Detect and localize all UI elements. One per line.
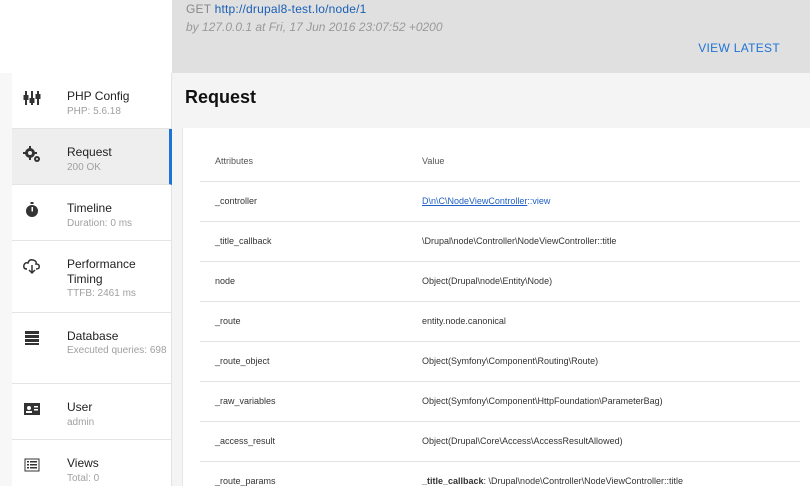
sidebar-item-title: Request — [67, 145, 112, 159]
attribute-key: _route_object — [215, 356, 270, 366]
sidebar-item-request[interactable]: Request 200 OK — [12, 129, 172, 185]
sidebar-item-sub: admin — [67, 417, 95, 428]
attribute-value: _title_callback: \Drupal\node\Controller… — [422, 476, 683, 486]
table-row: _controller D\n\C\NodeViewController::vi… — [200, 181, 800, 221]
sidebar-item-sub: Executed queries: 698 — [67, 345, 167, 356]
table-row: _raw_variables Object(Symfony\Component\… — [200, 381, 800, 421]
sidebar-nav: PHP Config PHP: 5.6.18 Request 200 OK Ti… — [12, 73, 172, 486]
column-header-attributes: Attributes — [215, 156, 254, 166]
table-row: _route_object Object(Symfony\Component\R… — [200, 341, 800, 381]
attribute-key: _controller — [215, 196, 258, 206]
sidebar-item-sub: Duration: 0 ms — [67, 218, 133, 229]
view-latest-button[interactable]: VIEW LATEST — [698, 41, 780, 55]
sidebar-item-title: Performance Timing — [67, 257, 136, 286]
cloud-download-icon — [23, 259, 40, 275]
user-card-icon — [24, 403, 40, 415]
controller-method: ::view — [527, 196, 551, 206]
attribute-value: Object(Drupal\node\Entity\Node) — [422, 276, 553, 286]
request-method: GET — [186, 2, 212, 16]
sidebar-item-timeline[interactable]: Timeline Duration: 0 ms — [12, 185, 172, 241]
php-config-icon — [23, 91, 41, 105]
request-line: GET http://drupal8-test.lo/node/1 — [186, 2, 367, 16]
route-param-name: _title_callback — [422, 476, 484, 486]
sidebar-item-php-config[interactable]: PHP Config PHP: 5.6.18 — [12, 73, 172, 129]
attribute-key: _route — [215, 316, 241, 326]
sidebar-item-user[interactable]: User admin — [12, 384, 172, 440]
attribute-key: _route_params — [215, 476, 276, 486]
attribute-key: node — [215, 276, 236, 286]
attribute-value: Object(Symfony\Component\HttpFoundation\… — [422, 396, 663, 406]
table-row: _title_callback \Drupal\node\Controller\… — [200, 221, 800, 261]
route-param-value: : \Drupal\node\Controller\NodeViewContro… — [483, 476, 683, 486]
attribute-value: D\n\C\NodeViewController::view — [422, 196, 550, 206]
attribute-value: Object(Symfony\Component\Routing\Route) — [422, 356, 599, 366]
sidebar-item-sub: PHP: 5.6.18 — [67, 106, 121, 117]
request-url-link[interactable]: http://drupal8-test.lo/node/1 — [215, 2, 367, 16]
attribute-key: _raw_variables — [215, 396, 276, 406]
attribute-value: \Drupal\node\Controller\NodeViewControll… — [422, 236, 617, 246]
sidebar-item-title: User — [67, 400, 93, 414]
sidebar: PHP Config PHP: 5.6.18 Request 200 OK Ti… — [0, 73, 172, 486]
attribute-value: Object(Drupal\Core\Access\AccessResultAl… — [422, 436, 623, 446]
sidebar-item-performance-timing[interactable]: Performance Timing TTFB: 2461 ms — [12, 241, 172, 313]
controller-link[interactable]: D\n\C\NodeViewController — [422, 196, 527, 206]
table-row: node Object(Drupal\node\Entity\Node) — [200, 261, 800, 301]
page-title: Request — [185, 87, 257, 107]
request-attributes-table: Attributes Value _controller D\n\C\NodeV… — [182, 128, 810, 486]
attribute-key: _access_result — [215, 436, 276, 446]
sidebar-item-title: Timeline — [67, 201, 112, 215]
sidebar-item-sub: 200 OK — [67, 162, 101, 173]
sidebar-item-sub: TTFB: 2461 ms — [67, 288, 136, 299]
request-meta: by 127.0.0.1 at Fri, 17 Jun 2016 23:07:5… — [186, 20, 443, 34]
sidebar-item-views[interactable]: Views Total: 0 — [12, 440, 172, 486]
gears-icon — [23, 146, 40, 162]
table-row: _route_params _title_callback: \Drupal\n… — [200, 461, 800, 486]
request-summary-bar: GET http://drupal8-test.lo/node/1 by 127… — [172, 0, 810, 73]
sidebar-item-database[interactable]: Database Executed queries: 698 — [12, 313, 172, 384]
table-row: _route entity.node.canonical — [200, 301, 800, 341]
request-header: GET http://drupal8-test.lo/node/1 by 127… — [0, 0, 810, 73]
sidebar-item-title: PHP Config — [67, 89, 130, 103]
list-icon — [24, 458, 40, 472]
attribute-value: entity.node.canonical — [422, 316, 506, 326]
sidebar-item-title: Views — [67, 456, 99, 470]
attribute-key: _title_callback — [215, 236, 272, 246]
table-row: _access_result Object(Drupal\Core\Access… — [200, 421, 800, 461]
stopwatch-icon — [26, 202, 38, 217]
sidebar-item-title: Database — [67, 329, 119, 343]
sidebar-item-sub: Total: 0 — [67, 473, 100, 484]
column-header-value: Value — [422, 156, 445, 166]
header-logo-area — [0, 0, 172, 73]
main-content: Request Attributes Value _controller D\n… — [172, 73, 810, 486]
database-icon — [25, 331, 39, 345]
